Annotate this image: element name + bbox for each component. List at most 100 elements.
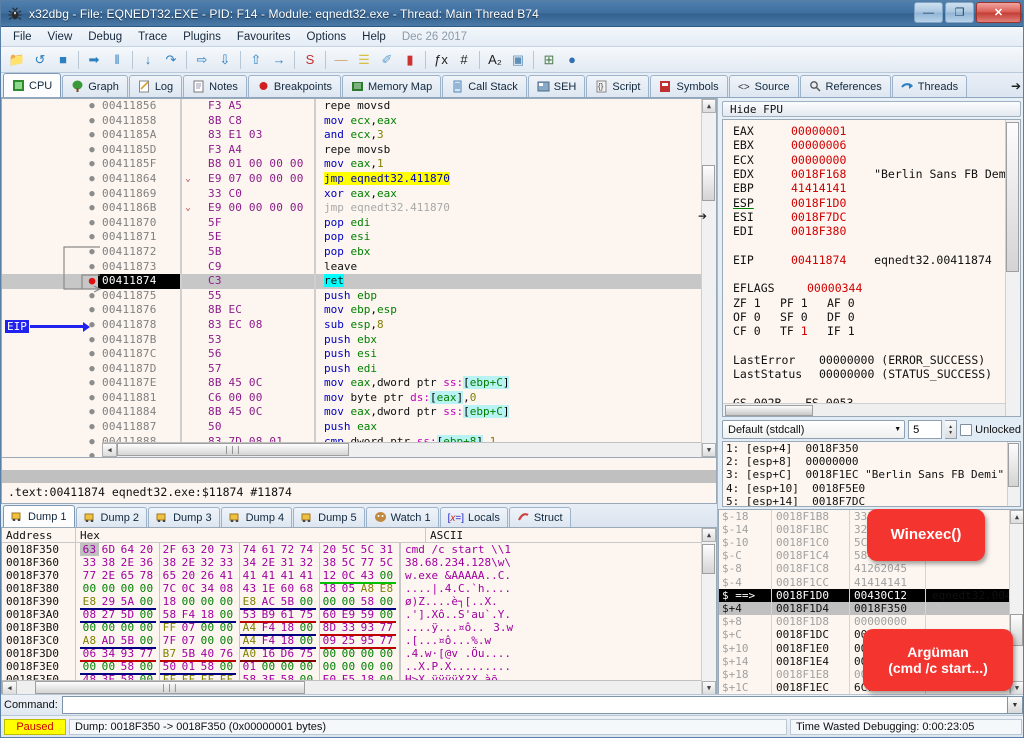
menu-item-favourites[interactable]: Favourites [229, 29, 299, 45]
hscroll-track[interactable]: ||| [117, 443, 701, 457]
breakpoint-dot-icon[interactable]: ● [86, 157, 98, 172]
dump-col-ascii[interactable]: ASCII [426, 528, 716, 542]
flag-zf[interactable]: ZF 1 [733, 296, 780, 310]
tab-cpu[interactable]: CPU [3, 73, 62, 97]
breakpoint-dot-icon[interactable]: ● [86, 420, 98, 435]
breakpoint-dot-icon[interactable]: ● [86, 99, 98, 114]
register-spacer[interactable] [723, 381, 1020, 395]
breakpoint-dot-icon[interactable]: ● [86, 187, 98, 202]
menu-item-plugins[interactable]: Plugins [175, 29, 229, 45]
stack-row[interactable]: $-4 0018F1CC 41414141 [719, 575, 1023, 589]
register-spacer[interactable] [723, 339, 1020, 353]
toolbar-globe-icon[interactable]: ● [561, 49, 583, 71]
dump-row[interactable]: 0018F3A0 08 27 5D 00 58 F4 18 00 53 B9 61 75 60 E9 59 00… [2, 608, 716, 623]
dump-tab-watch-1[interactable]: Watch 1 [365, 507, 439, 527]
toolbar-step-into-alt-icon[interactable]: ⇨ [191, 49, 213, 71]
dump-vscrollbar[interactable]: ▲ ▼ [701, 528, 716, 695]
laststatus-row[interactable]: LastStatus 00000000 (STATUS_SUCCESS) [723, 367, 1020, 381]
breakpoint-dot-icon[interactable]: ● [86, 143, 98, 158]
breakpoint-dot-icon[interactable]: ● [86, 172, 98, 187]
disassembly-row[interactable]: ● 00411881 C6 00 00 mov byte ptr ds:[eax],0 [2, 390, 716, 406]
tab-graph[interactable]: Graph [62, 75, 128, 97]
hscroll-left-icon[interactable]: ◀ [102, 443, 117, 457]
stack-scroll-up-icon[interactable]: ▲ [1010, 509, 1023, 524]
disassembly-row[interactable]: ● 00411871 5E pop esi [2, 230, 716, 245]
menu-item-trace[interactable]: Trace [130, 29, 175, 45]
breakpoint-dot-icon[interactable]: ● [86, 391, 98, 406]
disassembly-row[interactable]: ● 0041185F B8 01 00 00 00 mov eax,1 [2, 157, 716, 172]
unlocked-toggle[interactable]: Unlocked [960, 423, 1021, 436]
flag-df[interactable]: DF 0 [827, 310, 874, 324]
dump-tab-dump-3[interactable]: Dump 3 [148, 507, 220, 527]
disassembly-row[interactable]: ● 00411887 50 push eax [2, 420, 716, 435]
tab-call-stack[interactable]: Call Stack [442, 75, 527, 97]
stack-row[interactable]: $-8 0018F1C8 41262045 [719, 562, 1023, 576]
argument-row[interactable]: 1: [esp+4] 0018F350 [723, 442, 1020, 455]
unlocked-checkbox[interactable] [960, 423, 973, 436]
flags-row[interactable]: ZF 1 PF 1 AF 0 [723, 296, 1020, 310]
register-ecx[interactable]: ECX 00000000 [723, 153, 1020, 167]
registers-scroll-thumb[interactable] [1006, 122, 1019, 273]
tab-symbols[interactable]: Symbols [650, 75, 728, 97]
disassembly-scroll-thumb[interactable] [702, 165, 715, 201]
flags-row[interactable]: OF 0 SF 0 DF 0 [723, 310, 1020, 324]
disassembly-row[interactable]: ● 0041185D F3 A4 repe movsb [2, 142, 716, 158]
breakpoint-dot-icon[interactable]: ● [86, 405, 98, 420]
toolbar-patch-icon[interactable]: ― [330, 49, 352, 71]
flag-tf[interactable]: TF 1 [780, 324, 827, 338]
arg-count-field[interactable]: 5 [908, 420, 943, 440]
tab-log[interactable]: Log [128, 75, 183, 97]
breakpoint-dot-icon[interactable]: ● [86, 362, 98, 377]
arguments-panel[interactable]: 1: [esp+4] 0018F350 2: [esp+8] 00000000 3:… [722, 441, 1021, 507]
toolbar-open-icon[interactable]: 📁 [6, 49, 28, 71]
menu-item-view[interactable]: View [40, 29, 81, 45]
dump-panel[interactable]: Address Hex ASCII 0018F350 63 6D 64 20 2F 63 20… [1, 527, 717, 696]
toolbar-scylla-icon[interactable]: S [299, 49, 321, 71]
scroll-down-icon[interactable]: ▼ [702, 443, 716, 457]
arg-count-stepper[interactable]: ▲ ▼ [945, 420, 958, 440]
toolbar-stop-icon[interactable]: ■ [52, 49, 74, 71]
dump-tab-dump-4[interactable]: Dump 4 [220, 507, 293, 527]
breakpoint-dot-icon[interactable]: ● [86, 347, 98, 362]
register-esi[interactable]: ESI 0018F7DC [723, 210, 1020, 224]
disassembly-row[interactable]: ● 00411872 5B pop ebx [2, 244, 716, 260]
disassembly-row[interactable]: ● 0041187D 57 push edi [2, 361, 716, 377]
flag-sf[interactable]: SF 0 [780, 310, 827, 324]
breakpoint-dot-icon[interactable]: ● [86, 201, 98, 216]
toolbar-step-over-icon[interactable]: ↷ [160, 49, 182, 71]
register-eflags[interactable]: EFLAGS 00000344 [723, 281, 1020, 295]
disassembly-panel[interactable]: ● 00411856 F3 A5 repe movsd ● 00411858 8B C8 mo… [1, 98, 717, 458]
disassembly-row[interactable]: ● 00411873 C9 leave [2, 259, 716, 275]
minimize-button[interactable]: — [914, 2, 943, 23]
dump-row[interactable]: 0018F370 77 2E 65 78 65 20 26 41 41 41 41 41 12 0C 43 00… [2, 569, 716, 584]
toolbar-restart-icon[interactable]: ↺ [29, 49, 51, 71]
register-edx[interactable]: EDX 0018F168 "Berlin Sans FB Demi" [723, 167, 1020, 181]
tab-memory-map[interactable]: Memory Map [342, 75, 442, 97]
dump-scroll-up-icon[interactable]: ▲ [702, 528, 716, 542]
toolbar-pause-icon[interactable]: ‖ [106, 49, 128, 71]
tab-breakpoints[interactable]: Breakpoints [247, 75, 342, 97]
menu-item-file[interactable]: File [5, 29, 40, 45]
toolbar-bookmark-icon[interactable]: ▮ [399, 49, 421, 71]
hscroll-thumb[interactable]: ||| [117, 443, 349, 456]
disassembly-row[interactable]: ● 00411875 55 push ebp [2, 288, 716, 304]
command-input[interactable] [61, 696, 1008, 714]
disassembly-row[interactable]: ● 0041185A 83 E1 03 and ecx,3 [2, 128, 716, 143]
dump-col-address[interactable]: Address [2, 528, 76, 542]
menu-item-debug[interactable]: Debug [80, 29, 130, 45]
tab-references[interactable]: References [799, 75, 891, 97]
registers-hscrollbar[interactable] [723, 403, 1005, 417]
dump-hscrollbar[interactable]: ◀ ||| [2, 680, 701, 695]
disassembly-row[interactable]: ● 00411878 83 EC 08 sub esp,8 [2, 317, 716, 333]
dump-scroll-down-icon[interactable]: ▼ [702, 681, 716, 695]
toolbar-font-icon[interactable]: A₂ [484, 49, 506, 71]
toolbar-log-icon[interactable]: ☰ [353, 49, 375, 71]
flag-of[interactable]: OF 0 [733, 310, 780, 324]
flag-pf[interactable]: PF 1 [780, 296, 827, 310]
stack-row[interactable]: $ ==>0018F1D000430C12eqnedt32.00430C12 [719, 588, 1023, 603]
register-eax[interactable]: EAX 00000001 [723, 124, 1020, 138]
disassembly-row[interactable]: ● 00411884 8B 45 0C mov eax,dword ptr ss:[e… [2, 405, 716, 421]
register-ebp[interactable]: EBP 41414141 [723, 181, 1020, 195]
toolbar-execute-till-return-icon[interactable]: ⇧ [245, 49, 267, 71]
calling-convention-select[interactable]: Default (stdcall) ▼ [722, 420, 906, 440]
